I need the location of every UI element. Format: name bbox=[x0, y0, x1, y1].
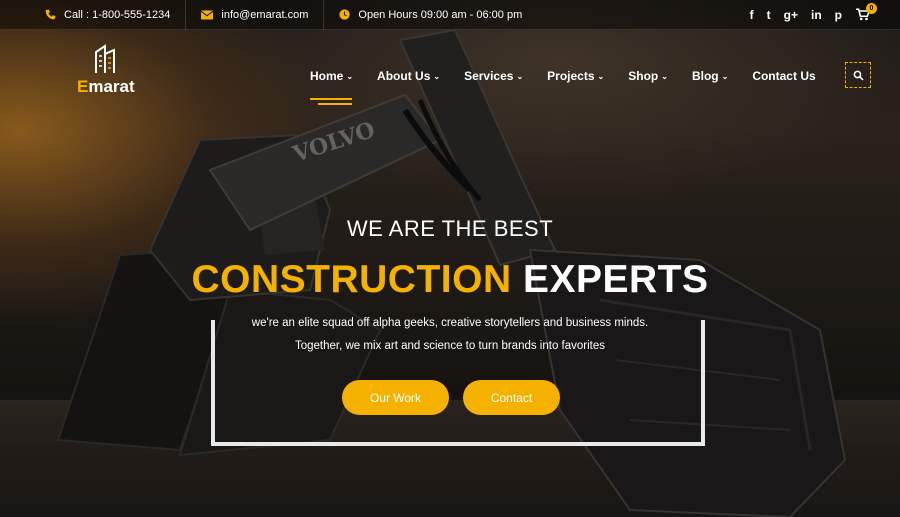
search-icon bbox=[853, 70, 864, 81]
nav-item-projects[interactable]: Projects ⌄ bbox=[547, 69, 604, 83]
hours-text: Open Hours 09:00 am - 06:00 pm bbox=[358, 8, 523, 21]
nav-item-contact-us[interactable]: Contact Us bbox=[752, 69, 815, 83]
email-info[interactable]: info@emarat.com bbox=[186, 0, 323, 30]
envelope-icon bbox=[201, 10, 214, 20]
chevron-down-icon: ⌄ bbox=[661, 71, 668, 81]
chevron-down-icon: ⌄ bbox=[433, 71, 441, 81]
clock-icon bbox=[339, 9, 351, 20]
logo-text: Emarat bbox=[77, 77, 135, 96]
phone-icon bbox=[45, 9, 56, 20]
social-links: f t g+ in p 0 bbox=[737, 3, 900, 22]
linkedin-icon[interactable]: in bbox=[811, 8, 822, 22]
chevron-down-icon: ⌄ bbox=[346, 71, 354, 81]
active-nav-indicator bbox=[310, 98, 352, 105]
nav-item-about-us[interactable]: About Us ⌄ bbox=[377, 69, 440, 83]
facebook-icon[interactable]: f bbox=[750, 8, 754, 22]
contact-button[interactable]: Contact bbox=[463, 380, 560, 415]
hero-subtitle: WE ARE THE BEST bbox=[346, 216, 554, 241]
hero-frame bbox=[211, 320, 705, 446]
search-button[interactable] bbox=[845, 62, 871, 88]
chevron-down-icon: ⌄ bbox=[597, 71, 605, 81]
cart-count-badge: 0 bbox=[866, 3, 877, 14]
building-logo-icon bbox=[95, 44, 115, 73]
nav-item-blog[interactable]: Blog ⌄ bbox=[692, 69, 728, 83]
our-work-button[interactable]: Our Work bbox=[342, 380, 449, 415]
hero-description-line-2: Together, we mix art and science to turn… bbox=[294, 340, 606, 352]
main-nav: Home ⌄ About Us ⌄ Services ⌄ Projects ⌄ Shop… bbox=[310, 69, 840, 83]
top-bar: Call : 1-800-555-1234 info@emarat.com Op… bbox=[0, 0, 900, 30]
google-plus-icon[interactable]: g+ bbox=[784, 8, 798, 22]
twitter-icon[interactable]: t bbox=[767, 8, 771, 22]
chevron-down-icon: ⌄ bbox=[516, 71, 524, 81]
hours-info: Open Hours 09:00 am - 06:00 pm bbox=[324, 0, 537, 30]
chevron-down-icon: ⌄ bbox=[721, 71, 729, 81]
hero-title: CONSTRUCTION EXPERTS bbox=[191, 258, 709, 301]
phone-text: Call : 1-800-555-1234 bbox=[64, 8, 171, 21]
cart-button[interactable]: 0 bbox=[856, 3, 877, 21]
nav-item-shop[interactable]: Shop ⌄ bbox=[628, 69, 668, 83]
pinterest-icon[interactable]: p bbox=[835, 8, 842, 22]
hero-description-line-1: we're an elite squad off alpha geeks, cr… bbox=[251, 317, 649, 329]
nav-item-services[interactable]: Services ⌄ bbox=[464, 69, 523, 83]
nav-item-home[interactable]: Home ⌄ bbox=[310, 69, 353, 83]
email-text[interactable]: info@emarat.com bbox=[221, 9, 308, 21]
phone-info: Call : 1-800-555-1234 bbox=[0, 0, 185, 30]
